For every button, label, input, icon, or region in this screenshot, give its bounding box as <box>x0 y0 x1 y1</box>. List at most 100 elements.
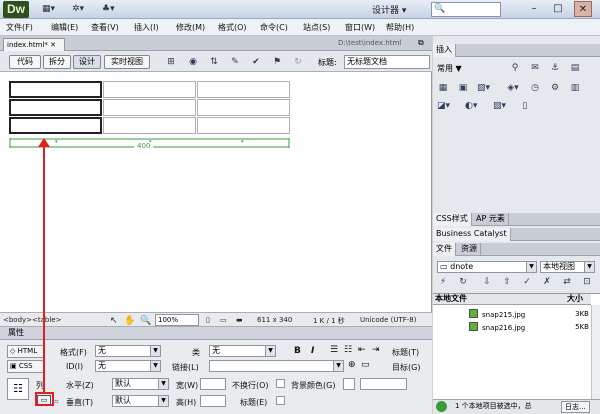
zoom-select[interactable]: 100% <box>155 314 199 326</box>
list-item[interactable]: snap215.jpg 3KB <box>469 309 589 320</box>
document-tab[interactable]: index.html* ✕ <box>3 38 65 51</box>
check-out-icon[interactable]: ✓ <box>521 277 533 288</box>
format-select[interactable]: 无 ▼ <box>95 345 161 357</box>
window-size-display[interactable]: 611 x 340 <box>257 316 292 324</box>
layout-menu-icon[interactable]: ▦▾ <box>42 4 64 15</box>
point-to-file-icon[interactable]: ⊕ <box>348 360 356 370</box>
close-tab-icon[interactable]: ✕ <box>50 41 56 49</box>
desktop-size-icon[interactable]: ▬ <box>236 316 243 324</box>
log-button[interactable]: 日志... <box>561 401 590 413</box>
connect-icon[interactable]: ⚡ <box>437 277 449 288</box>
table-cell[interactable] <box>197 117 290 134</box>
code-view-button[interactable]: 代码 <box>9 55 41 69</box>
indent-icon[interactable]: ⇥ <box>372 345 380 355</box>
hyperlink-icon[interactable]: ⚲ <box>509 63 521 74</box>
ap-elements-tab[interactable]: AP 元素 <box>473 213 509 226</box>
assets-tab[interactable]: 资源 <box>458 243 481 256</box>
browse-folder-icon[interactable]: ▭ <box>361 360 370 370</box>
design-canvas[interactable] <box>0 72 432 312</box>
email-icon[interactable]: ✉ <box>529 63 541 74</box>
menu-modify[interactable]: 修改(M) <box>176 22 205 33</box>
visual-aids-icon[interactable]: ✎ <box>228 56 242 68</box>
search-input[interactable]: 🔍 <box>431 2 501 17</box>
extend-menu-icon[interactable]: ✲▾ <box>72 4 94 15</box>
table-cell[interactable] <box>103 99 196 116</box>
tag-body[interactable]: <body> <box>3 316 32 324</box>
site-menu-icon[interactable]: ♣▾ <box>102 4 124 15</box>
link-input[interactable]: ▼ <box>209 360 344 372</box>
mobile-size-icon[interactable]: ▯ <box>206 316 210 324</box>
library-icon[interactable]: ▯ <box>519 101 531 112</box>
tag-table[interactable]: <table> <box>32 316 61 324</box>
insert-tab[interactable]: 插入 <box>433 44 456 57</box>
table-cell[interactable] <box>103 117 196 134</box>
check-compat-icon[interactable]: ⚑ <box>270 56 284 68</box>
table-icon[interactable]: ▦ <box>437 83 449 94</box>
menu-insert[interactable]: 插入(I) <box>134 22 159 33</box>
class-select[interactable]: 无 ▼ <box>209 345 276 357</box>
id-select[interactable]: 无 ▼ <box>95 360 161 372</box>
restore-icon[interactable]: ⧉ <box>418 38 424 48</box>
document-title-input[interactable]: 无标题文档 <box>344 55 430 69</box>
split-cell-icon[interactable]: ⌗ <box>54 397 59 407</box>
close-button[interactable]: ✕ <box>574 1 592 17</box>
workspace-switcher[interactable]: 设计器 ▾ <box>372 3 406 16</box>
table-cell[interactable] <box>9 99 102 116</box>
menu-file[interactable]: 文件(F) <box>6 22 33 33</box>
div-icon[interactable]: ▣ <box>457 83 469 94</box>
expand-icon[interactable]: ⊡ <box>581 277 593 288</box>
cell-height-input[interactable] <box>200 395 226 407</box>
browser-preview-icon[interactable]: ◉ <box>186 56 200 68</box>
menu-help[interactable]: 帮助(H) <box>386 22 414 33</box>
table-cell[interactable] <box>103 81 196 98</box>
refresh-files-icon[interactable]: ↻ <box>457 277 469 288</box>
table-width-label[interactable]: 400 <box>134 142 154 150</box>
table-cell[interactable] <box>9 81 102 98</box>
hrule-icon[interactable]: ▤ <box>569 63 581 74</box>
col-local-files[interactable]: 本地文件 <box>435 294 467 304</box>
multiscreen-icon[interactable]: ⊞ <box>164 56 178 68</box>
image-icon[interactable]: ▨▾ <box>477 83 490 94</box>
files-tab[interactable]: 文件 <box>433 243 456 256</box>
css-styles-tab[interactable]: CSS样式 <box>433 213 472 226</box>
live-view-button[interactable]: 实时视图 <box>104 55 150 69</box>
server-icon[interactable]: ⚙ <box>549 83 561 94</box>
maximize-button[interactable]: □ <box>549 1 567 17</box>
business-catalyst-tab[interactable]: Business Catalyst <box>433 228 511 241</box>
bgcolor-input[interactable] <box>360 378 407 390</box>
check-in-icon[interactable]: ✗ <box>541 277 553 288</box>
hand-tool-icon[interactable]: ✋ <box>124 316 135 326</box>
css-mode-button[interactable]: ▣ CSS <box>7 360 45 373</box>
table-cell[interactable] <box>197 99 290 116</box>
refresh-icon[interactable]: ↻ <box>291 56 305 68</box>
sync-icon[interactable]: ⇄ <box>561 277 573 288</box>
v-align-select[interactable]: 默认 ▼ <box>112 395 169 407</box>
get-files-icon[interactable]: ⇩ <box>481 277 493 288</box>
date-icon[interactable]: ◷ <box>529 83 541 94</box>
split-view-button[interactable]: 拆分 <box>43 55 71 69</box>
anchor-icon[interactable]: ⚓ <box>549 63 561 74</box>
template-icon[interactable]: ▧▾ <box>493 101 506 112</box>
head-icon[interactable]: ◪▾ <box>437 101 450 112</box>
header-cell-checkbox[interactable] <box>276 396 285 405</box>
menu-edit[interactable]: 编辑(E) <box>51 22 78 33</box>
select-tool-icon[interactable]: ↖ <box>110 316 118 326</box>
cell-width-input[interactable] <box>200 378 226 390</box>
html-mode-button[interactable]: ◇ HTML <box>7 345 45 358</box>
outdent-icon[interactable]: ⇤ <box>358 345 366 355</box>
table-cell[interactable] <box>9 117 102 134</box>
design-view-button[interactable]: 设计 <box>73 55 101 69</box>
view-select[interactable]: 本地视图 ▼ <box>540 261 595 273</box>
properties-header[interactable]: 属性 <box>0 327 432 340</box>
unordered-list-icon[interactable]: ☰ <box>330 345 338 355</box>
menu-format[interactable]: 格式(O) <box>218 22 247 33</box>
h-align-select[interactable]: 默认 ▼ <box>112 378 169 390</box>
color-swatch[interactable] <box>343 378 355 390</box>
media-icon[interactable]: ◈▾ <box>507 83 519 94</box>
menu-site[interactable]: 站点(S) <box>303 22 330 33</box>
comment-icon[interactable]: ▥ <box>569 83 581 94</box>
nowrap-checkbox[interactable] <box>276 379 285 388</box>
col-size[interactable]: 大小 <box>567 294 583 304</box>
file-management-icon[interactable]: ⇅ <box>207 56 221 68</box>
tablet-size-icon[interactable]: ▭ <box>220 316 227 324</box>
